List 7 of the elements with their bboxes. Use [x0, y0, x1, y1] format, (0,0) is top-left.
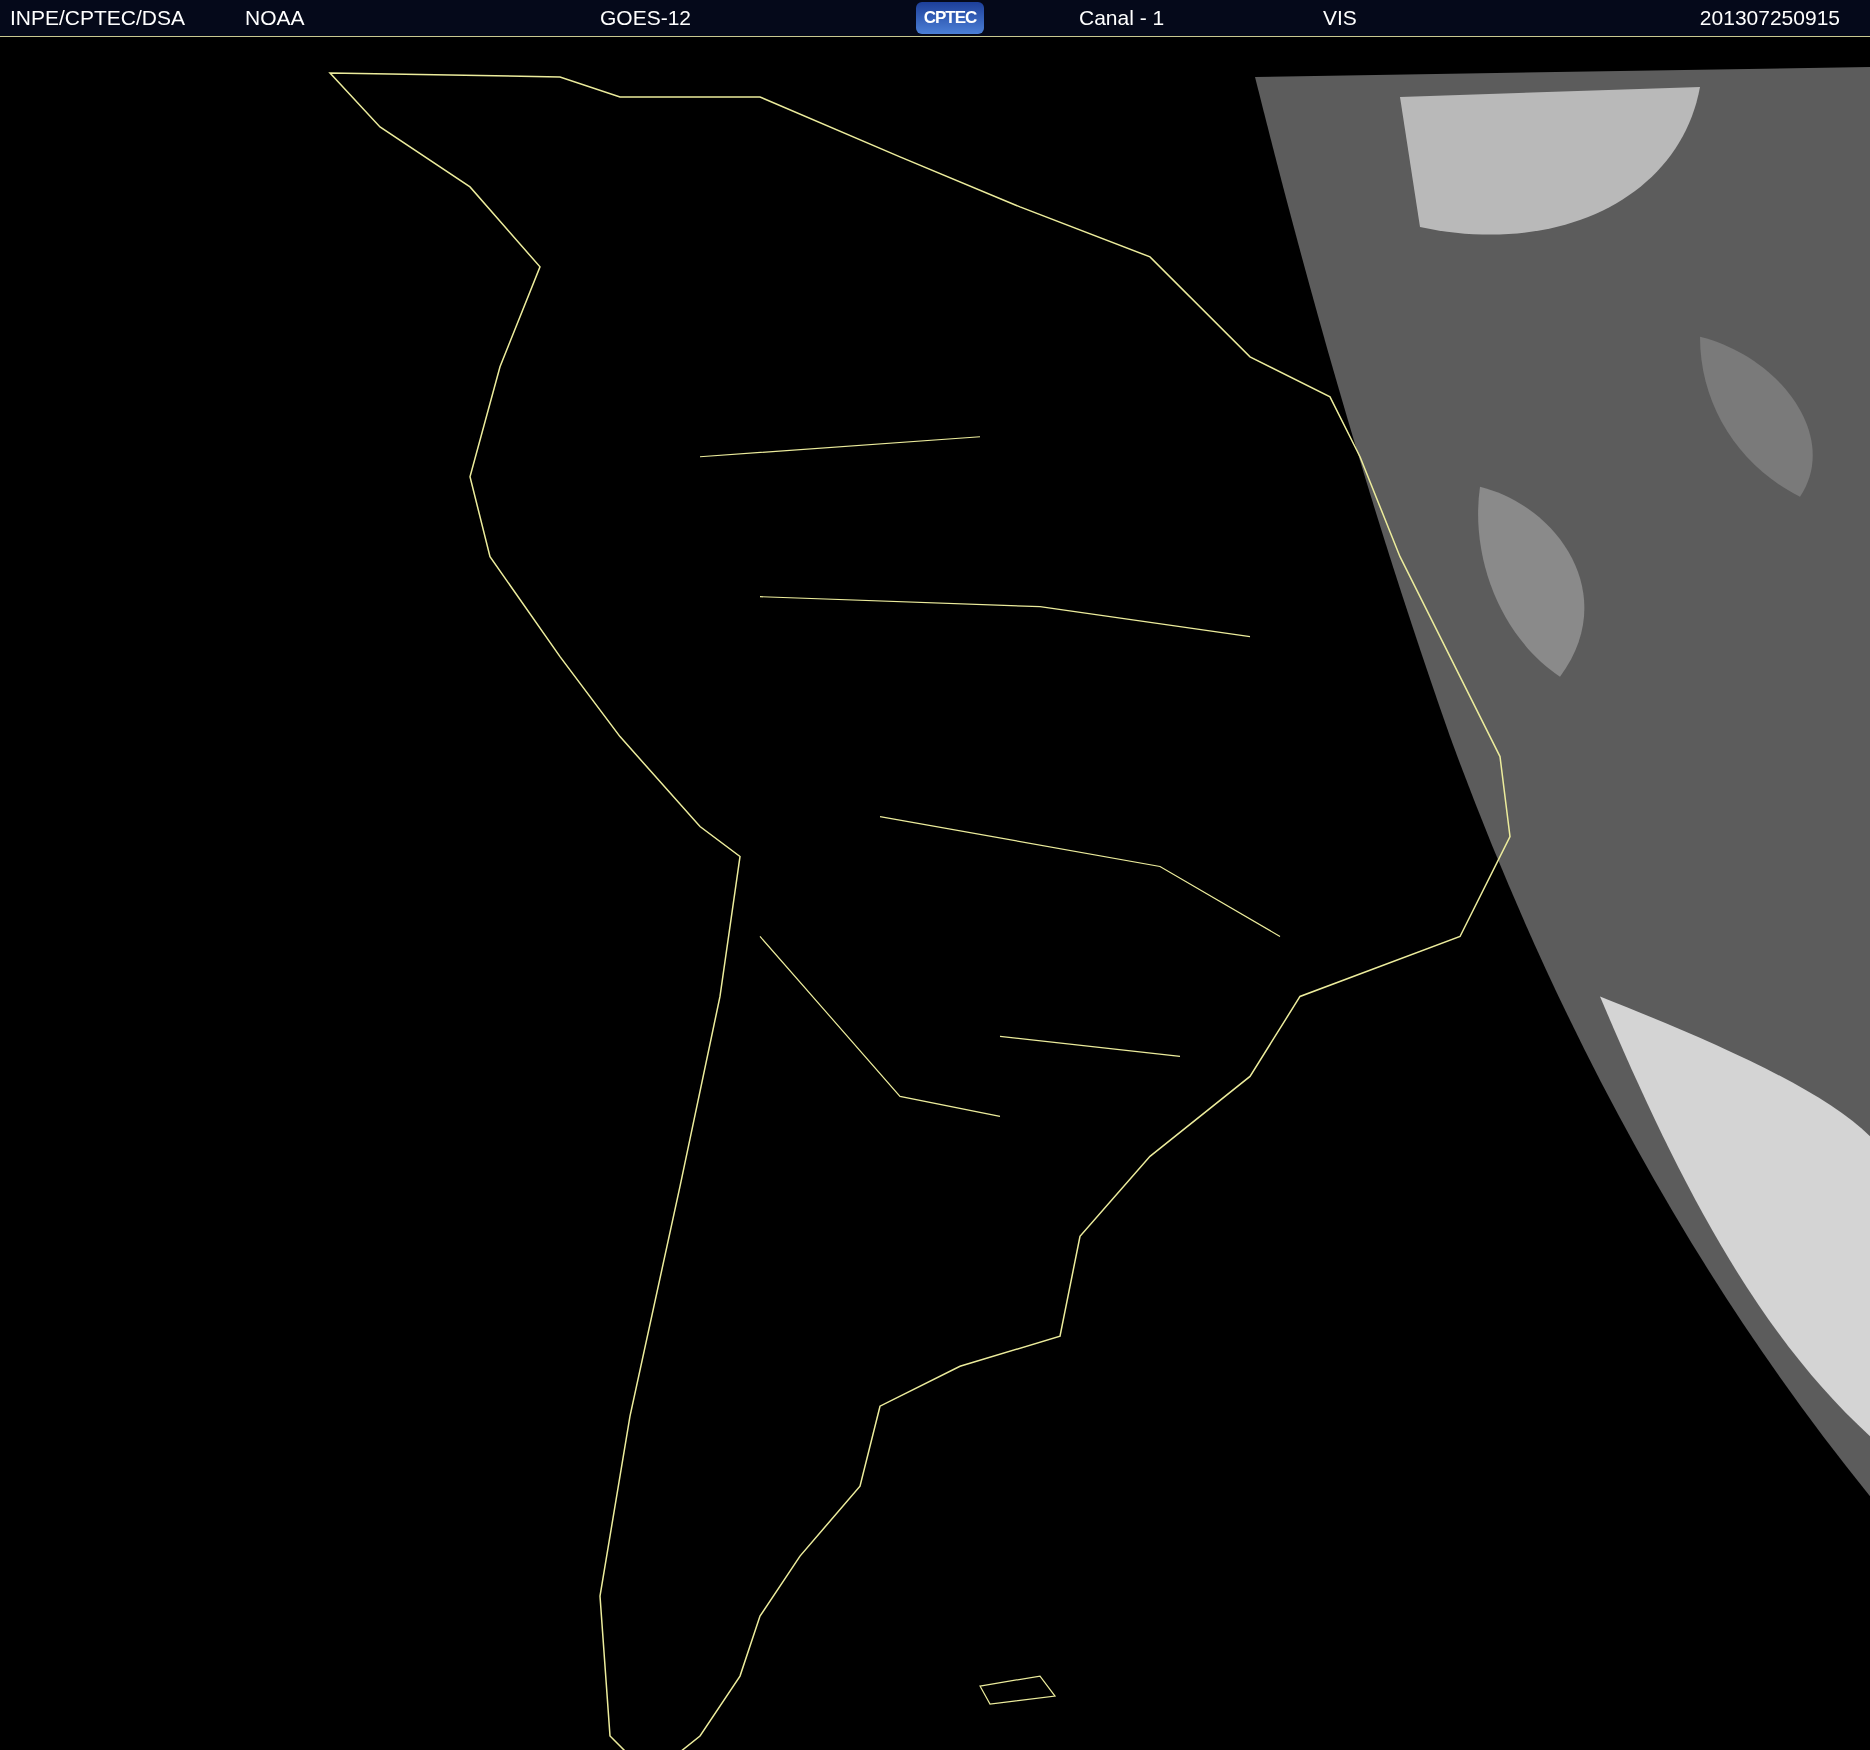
- header-label: GOES-12: [600, 6, 693, 30]
- timestamp-label: 201307250915: [1699, 6, 1840, 30]
- header-label: INPE/CPTEC/DSA: [10, 6, 187, 30]
- band-label: VIS: [1323, 6, 1358, 30]
- logo: CPTEC: [916, 2, 984, 34]
- header-label: NOAA: [245, 6, 306, 30]
- channel-label: Canal - 1: [1079, 6, 1166, 30]
